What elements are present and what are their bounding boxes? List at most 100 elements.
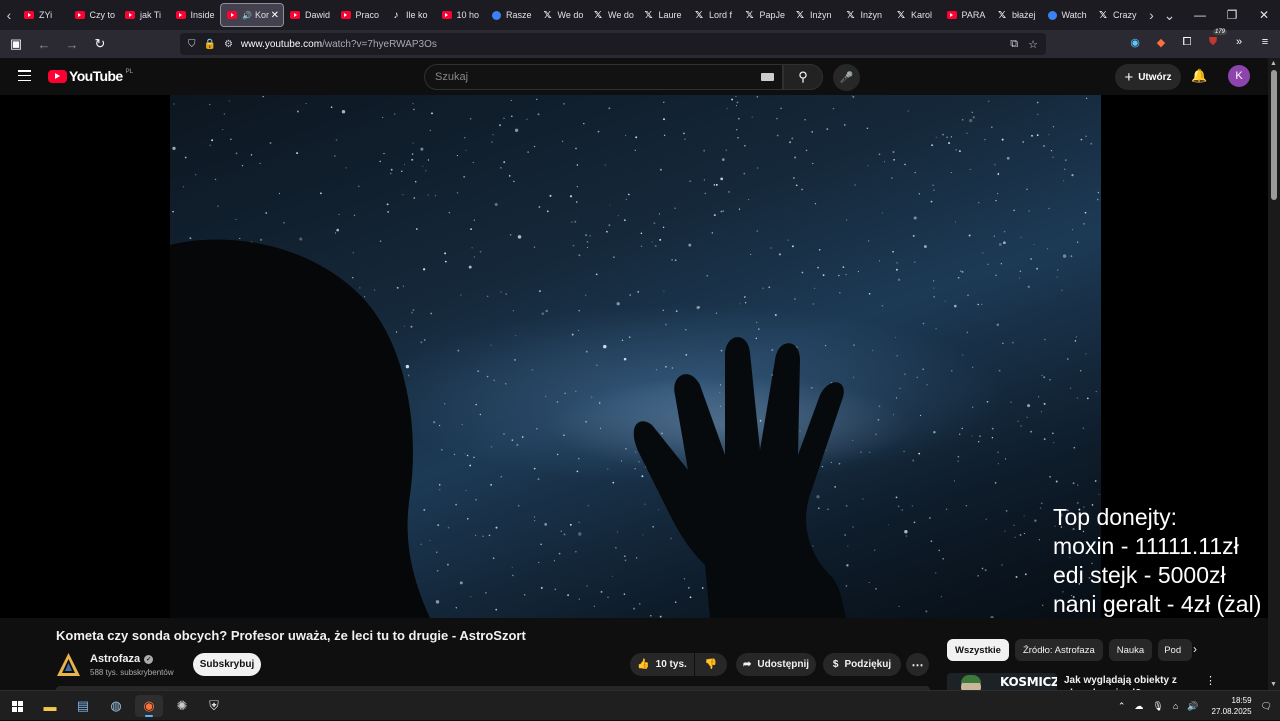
scroll-up-arrow-icon[interactable]: ▲ [1270,60,1277,67]
lock-icon[interactable]: 🔒 [204,39,216,50]
restore-icon[interactable]: ❐ [1216,8,1248,22]
tab[interactable]: 𝕏błażej [991,3,1042,27]
menu-hamburger-icon[interactable] [18,70,31,81]
tab[interactable]: 10 ho [436,3,487,27]
like-button[interactable]: 👍 10 tys. [630,653,694,676]
app-menu-icon[interactable]: ≡ [1256,33,1274,51]
clock[interactable]: 18:59 27.08.2025 [1212,695,1252,717]
notifications-bell-icon[interactable]: 🔔 [1191,68,1207,84]
star [637,291,640,293]
tab[interactable]: ZYi [18,3,69,27]
steam-icon[interactable]: ◍ [102,695,130,717]
back-arrow-icon[interactable]: ← [32,32,56,56]
windows-start-icon[interactable] [3,695,31,717]
tab[interactable]: 𝕏 PapJe [739,3,790,27]
scroll-down-arrow-icon[interactable]: ▼ [1270,681,1277,688]
vpn-extension-icon[interactable]: ◉ [1126,33,1144,51]
tab[interactable]: Watch [1042,3,1093,27]
channel-name[interactable]: Astrofaza ✓ [90,653,154,665]
firefox-icon[interactable]: ◉ [135,695,163,717]
more-actions-button[interactable]: ⋯ [906,653,929,676]
recommendation-title[interactable]: Jak wyglądają obiekty z obcych gwiazd? [1064,674,1199,690]
onedrive-cloud-icon[interactable]: ☁ [1134,701,1143,712]
tabs-scroll-left-button[interactable]: ‹ [0,0,18,30]
tab[interactable]: Rasze [486,3,537,27]
browser-navbar: ▣ ← → ↻ ⛉ 🔒 ⚙ www.youtube.com/watch?v=7h… [0,29,1280,58]
recommendation-thumbnail[interactable]: KOSMICZNI [947,673,1057,690]
tab[interactable]: jak Ti [119,3,170,27]
chip-source[interactable]: Źródło: Astrofaza [1014,639,1103,661]
speaker-icon[interactable]: 🔊 [242,11,252,20]
youtube-logo[interactable]: YouTube PL [48,68,133,84]
recommendation-more-vertical-icon[interactable]: ⋮ [1205,674,1216,687]
star [1071,229,1073,231]
star [744,144,746,147]
url-text[interactable]: www.youtube.com/watch?v=7hyeRWAP3Os [241,39,437,50]
share-button[interactable]: ➦ Udostępnij [736,653,816,676]
star [804,119,806,121]
sidebar-toggle-icon[interactable]: ▣ [4,32,28,56]
extensions-puzzle-icon[interactable]: ⧠ [1178,33,1196,51]
voice-search-mic-icon[interactable]: 🎤 [833,64,860,91]
video-frame[interactable] [170,95,1101,618]
chip-science[interactable]: Nauka [1108,639,1153,661]
app-icon[interactable]: ✺ [168,695,196,717]
search-input[interactable]: Szukaj [424,64,783,90]
star [558,552,561,555]
tab[interactable]: 𝕏 Inżyn [789,3,840,27]
ublock-extension-icon[interactable]: ⛊ 179 [1204,29,1227,51]
tab[interactable]: Czy to [69,3,120,27]
close-window-icon[interactable]: ✕ [1248,8,1280,22]
tab[interactable]: PARA [941,3,992,27]
notifications-icon[interactable]: 🗨 [1261,701,1272,712]
scrollbar-thumb[interactable] [1271,70,1277,200]
tab[interactable]: 𝕏 Crazy [1092,3,1143,27]
permissions-icon[interactable]: ⚙ [224,39,233,50]
show-hidden-icons-chevron-icon[interactable]: ⌃ [1118,701,1126,712]
app-shield-icon[interactable]: ⛨ [200,695,228,717]
star [987,100,990,103]
app-window-icon[interactable]: ▤ [69,695,97,717]
microphone-icon[interactable]: 🎙 [1152,701,1163,712]
thanks-button[interactable]: $ Podziękuj [823,653,901,676]
address-bar[interactable]: ⛉ 🔒 ⚙ www.youtube.com/watch?v=7hyeRWAP3O… [180,33,1046,55]
tab[interactable]: ♪ Ile ko [385,3,436,27]
tab[interactable]: 𝕏 We do [537,3,588,27]
list-all-tabs-chevron-icon[interactable]: ⌄ [1161,0,1179,30]
page-scrollbar[interactable]: ▲ ▼ [1268,58,1280,690]
tab[interactable]: Dawid [284,3,335,27]
picture-in-picture-icon[interactable]: ⧉ [1010,38,1018,51]
video-player[interactable]: Top donejty: moxin - 11111.11zł edi stej… [0,95,1268,618]
keyboard-icon[interactable] [761,73,774,81]
fox-extension-icon[interactable]: ◆ [1152,33,1170,51]
reload-icon[interactable]: ↻ [88,32,112,56]
minimize-icon[interactable]: — [1184,8,1216,22]
network-icon[interactable]: ⌂ [1173,701,1178,711]
account-avatar[interactable]: K [1228,65,1250,87]
search-button[interactable]: ⚲ [783,64,823,90]
channel-avatar[interactable] [56,652,81,677]
chip-podcasts[interactable]: Pod [1158,639,1193,661]
bookmark-star-icon[interactable]: ☆ [1028,38,1038,51]
tab[interactable]: 𝕏 Inżyn [840,3,891,27]
close-tab-icon[interactable]: ✕ [271,10,279,21]
star [574,220,577,223]
forward-arrow-icon[interactable]: → [60,32,84,56]
subscribe-button[interactable]: Subskrybuj [193,653,261,676]
tab[interactable]: 𝕏 Karol [890,3,941,27]
tab[interactable]: Inside [170,3,221,27]
tab[interactable]: Praco [335,3,386,27]
chips-next-chevron-icon[interactable]: › [1193,642,1197,656]
tab-active[interactable]: 🔊 Kor ✕ [220,3,284,27]
tabs-scroll-right-button[interactable]: › [1143,0,1161,30]
chip-all[interactable]: Wszystkie [947,639,1009,661]
overflow-chevron-icon[interactable]: » [1230,33,1248,51]
dislike-button[interactable]: 👎 [695,653,727,676]
tab[interactable]: 𝕏 We do [587,3,638,27]
tab[interactable]: 𝕏 Laure [638,3,689,27]
create-button[interactable]: + Utwórz [1115,64,1181,90]
volume-icon[interactable]: 🔊 [1187,701,1198,712]
tab[interactable]: 𝕏 Lord f [688,3,739,27]
file-explorer-icon[interactable]: ▬ [36,695,64,717]
tracking-shield-icon[interactable]: ⛉ [188,39,196,50]
